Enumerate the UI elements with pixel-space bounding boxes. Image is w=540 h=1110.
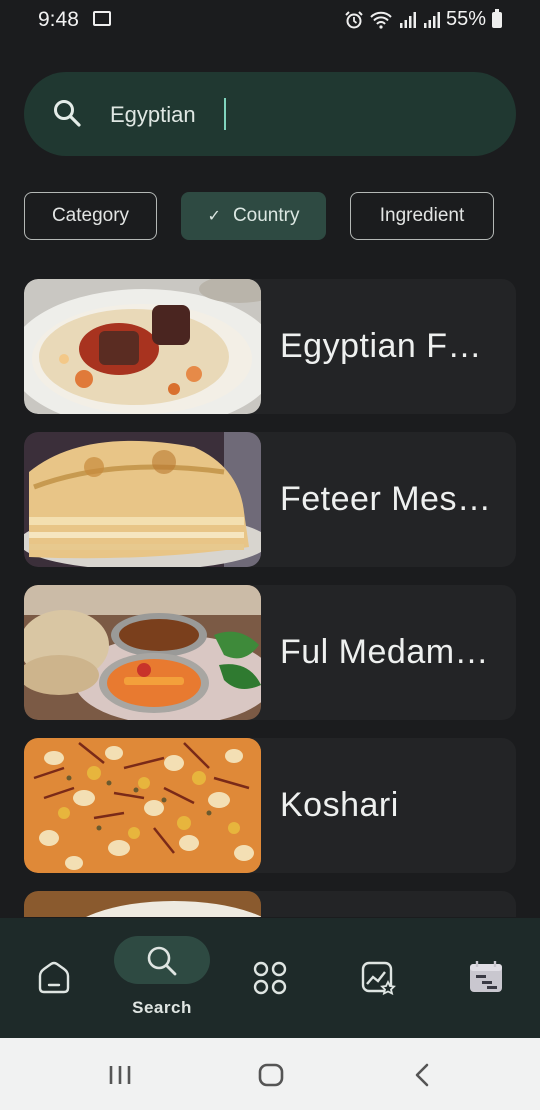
alarm-icon (345, 10, 363, 28)
chip-label: Ingredient (379, 205, 465, 226)
nav-meal-planner[interactable] (441, 918, 531, 1038)
recipe-title: Ful Medam… (280, 633, 490, 671)
chip-label: Category (51, 205, 130, 226)
system-navigation-bar (0, 1038, 540, 1110)
checkmark-icon: ✓ (207, 208, 221, 225)
search-icon (147, 946, 177, 976)
meal-planner-icon (470, 961, 502, 992)
recipe-image (24, 891, 261, 917)
filter-chip-ingredient[interactable]: Ingredient (350, 192, 494, 240)
search-bar[interactable] (24, 72, 516, 156)
result-card[interactable]: Koshari (24, 738, 516, 873)
status-indicators: 55% (344, 8, 502, 31)
nav-search-label[interactable]: Search (114, 998, 210, 1018)
nav-favorites[interactable] (333, 918, 423, 1038)
recipe-title: Egyptian Fa… (280, 327, 500, 365)
recent-apps-icon[interactable] (108, 1064, 134, 1086)
recipe-title: Koshari (280, 786, 399, 824)
recipe-image (24, 279, 261, 414)
recipe-title: Feteer Mes… (280, 480, 492, 518)
result-card[interactable]: Ful Medam… (24, 585, 516, 720)
result-card[interactable] (24, 891, 516, 917)
chip-label: Country (232, 205, 300, 226)
back-icon[interactable] (412, 1063, 434, 1087)
filter-chip-country[interactable]: ✓ Country (181, 192, 326, 240)
image-notification-icon (93, 11, 111, 26)
home-icon (38, 961, 70, 994)
search-input[interactable] (108, 94, 492, 136)
battery-percent: 55% (445, 8, 486, 30)
nav-home[interactable] (9, 918, 99, 1038)
battery-icon (492, 8, 502, 28)
home-button-icon[interactable] (258, 1063, 284, 1087)
search-icon (54, 100, 81, 127)
bottom-navigation: Search (0, 918, 540, 1038)
result-card[interactable]: Feteer Mes… (24, 432, 516, 567)
nav-categories[interactable] (225, 918, 315, 1038)
recipe-image (24, 738, 261, 873)
recipe-image (24, 585, 261, 720)
status-bar: 9:48 55% (0, 0, 540, 40)
recipe-image (24, 432, 261, 567)
text-caret (224, 98, 226, 130)
cell-signal-icon (399, 11, 416, 28)
status-time: 9:48 (38, 8, 79, 31)
favorites-image-icon (361, 961, 396, 996)
result-card[interactable]: Egyptian Fa… (24, 279, 516, 414)
wifi-icon (370, 11, 392, 29)
cell-signal-2-icon (423, 11, 440, 28)
filter-chip-category[interactable]: Category (24, 192, 157, 240)
results-list[interactable]: Egyptian Fa… Feteer Mes… Ful Medam… Kosh… (24, 279, 516, 917)
categories-grid-icon (253, 961, 287, 995)
